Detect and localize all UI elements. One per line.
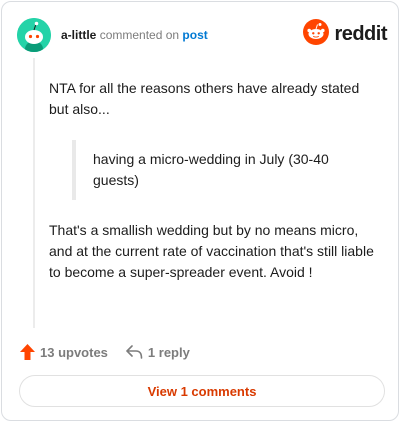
reddit-brand[interactable]: reddit xyxy=(303,18,387,50)
action-text: commented on xyxy=(99,28,180,42)
snoo-avatar-icon[interactable] xyxy=(17,18,51,52)
comment-header: a-little commented on post reddit xyxy=(17,18,387,52)
thread-line[interactable] xyxy=(33,58,35,328)
quote-text: having a micro-wedding in July (30-40 gu… xyxy=(93,151,329,188)
upvote-arrow-icon xyxy=(20,344,35,360)
reply-count: 1 reply xyxy=(147,344,190,360)
comment-actions: 13 upvotes 1 reply xyxy=(20,343,208,361)
comment-card: a-little commented on post reddit NTA fo… xyxy=(1,1,399,421)
reddit-logo-icon xyxy=(303,18,330,50)
blockquote: having a micro-wedding in July (30-40 gu… xyxy=(72,140,342,200)
reply-arrow-icon xyxy=(126,345,143,359)
comment-paragraph: NTA for all the reasons others have alre… xyxy=(49,80,360,117)
username-link[interactable]: a-little xyxy=(61,28,96,42)
upvote-button[interactable]: 13 upvotes xyxy=(20,344,108,360)
upvote-count: 13 upvotes xyxy=(40,344,108,360)
reddit-wordmark: reddit xyxy=(334,22,387,45)
post-link[interactable]: post xyxy=(182,28,207,42)
comment-body: NTA for all the reasons others have alre… xyxy=(49,78,379,283)
view-comments-button[interactable]: View 1 comments xyxy=(19,375,385,407)
comment-meta: a-little commented on post xyxy=(61,27,208,43)
comment-paragraph: That's a smallish wedding but by no mean… xyxy=(49,222,374,280)
reply-button[interactable]: 1 reply xyxy=(126,345,190,360)
